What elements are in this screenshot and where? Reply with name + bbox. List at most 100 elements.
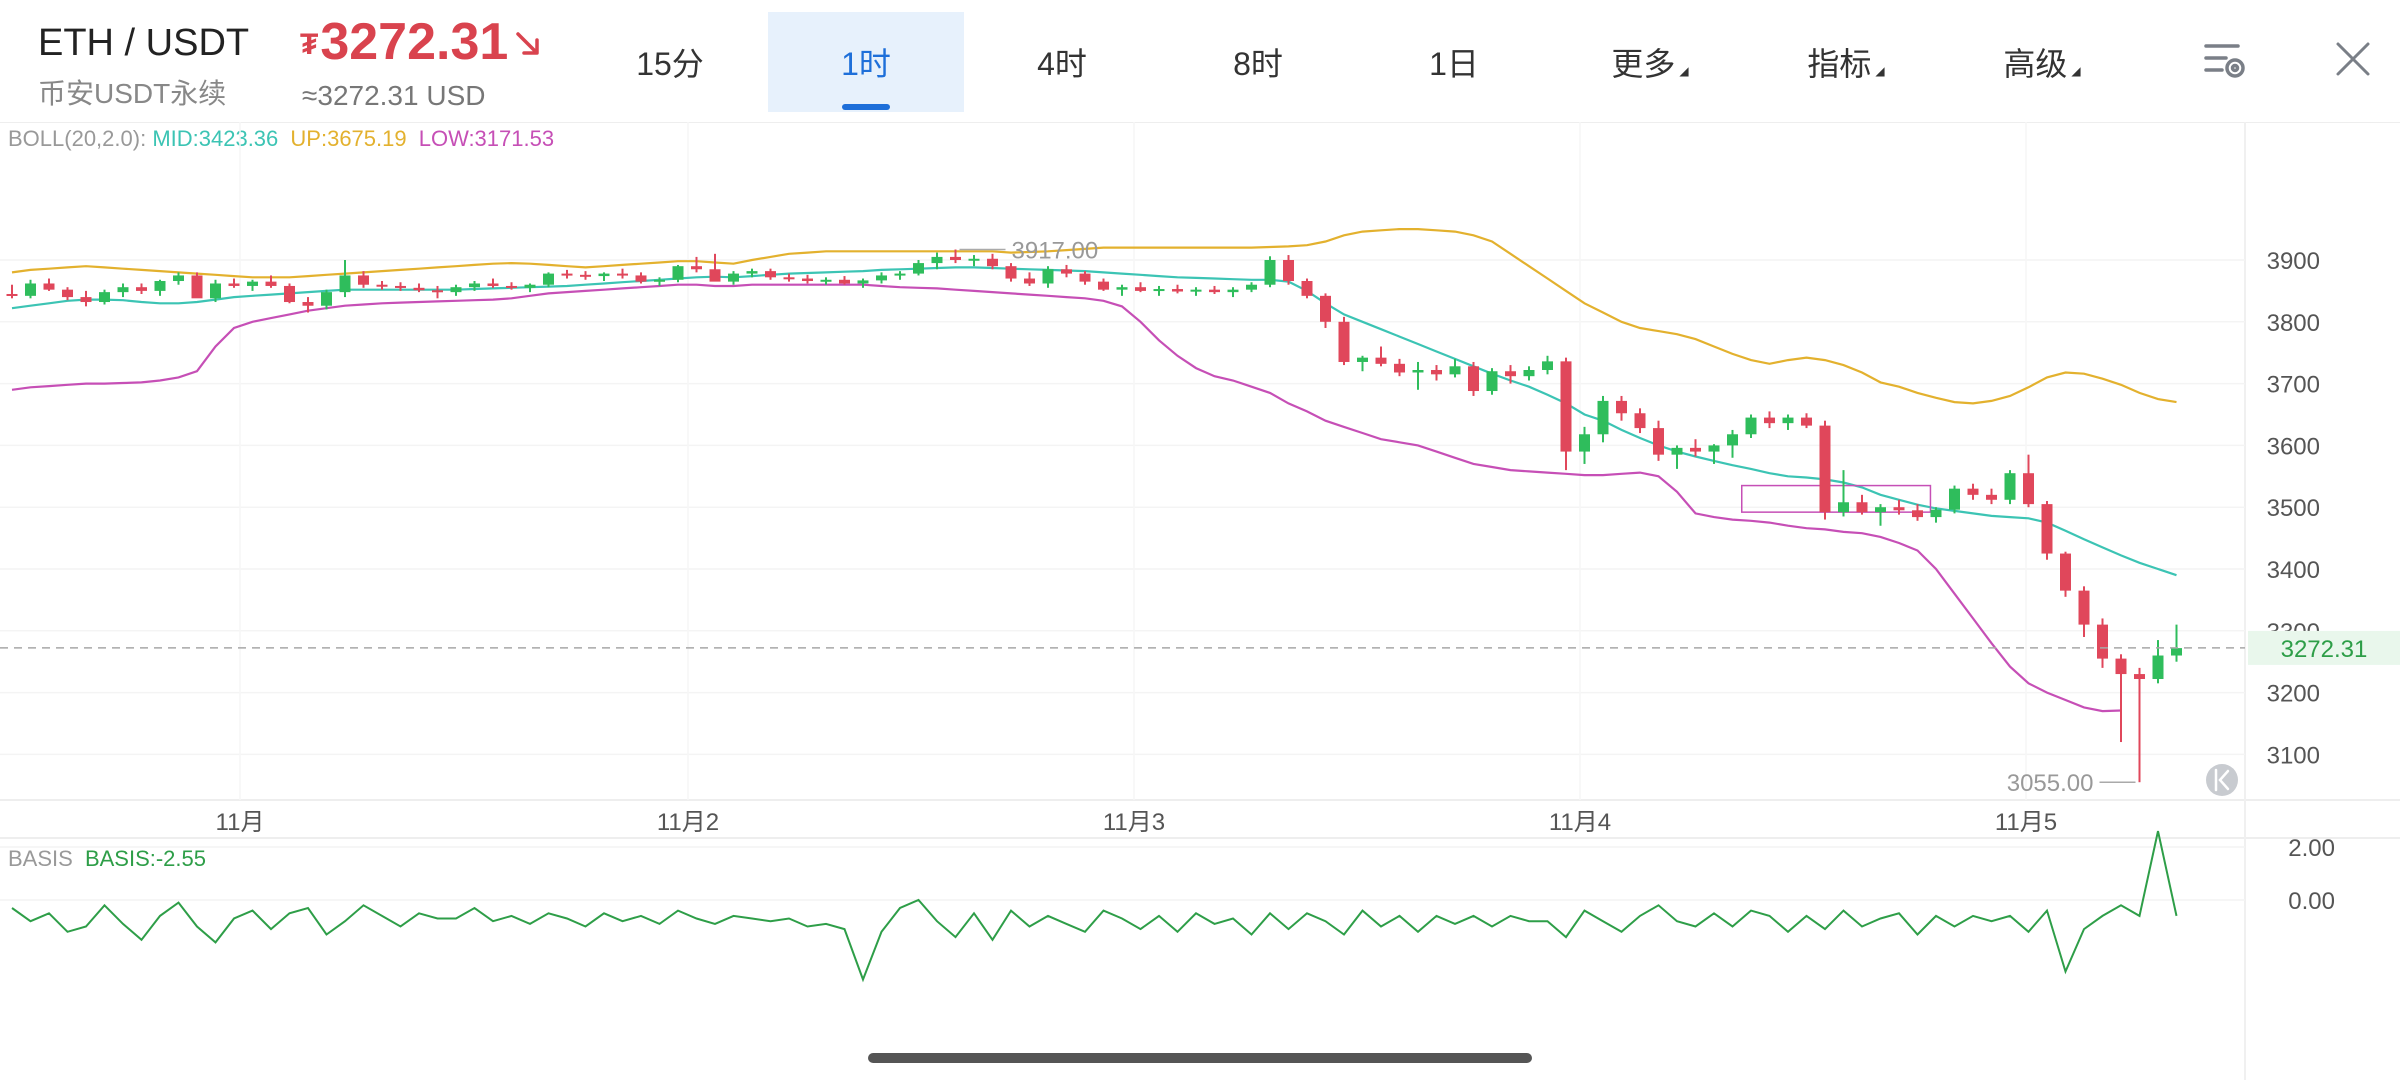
boll-mid-line (11, 266, 2177, 577)
candle-body (1190, 289, 1202, 292)
candle-body (1153, 289, 1165, 292)
candle-body (1209, 289, 1220, 293)
kline-chart[interactable]: 39003800370036003500340033003200310011月1… (0, 122, 2400, 1080)
time-axis-label: 11月3 (1103, 809, 1165, 836)
current-price-label: 3272.31 (2281, 636, 2368, 663)
interval-tab-label: 4时 (1037, 46, 1087, 82)
candle-body (635, 275, 647, 282)
candle-body (80, 297, 92, 303)
candle-body (1505, 371, 1516, 377)
candle-body (894, 273, 906, 276)
close-icon[interactable] (2334, 40, 2372, 78)
candle-body (691, 266, 702, 270)
candle-body (820, 279, 832, 282)
candle-body (857, 280, 869, 284)
candle-body (1875, 507, 1886, 513)
candle-body (1301, 281, 1313, 296)
price-tick-label: 3600 (2267, 433, 2320, 460)
candle-body (1320, 295, 1331, 322)
candle-body (1338, 321, 1350, 362)
basis-value: BASIS:-2.55 (84, 846, 207, 871)
candle-body (1412, 370, 1424, 373)
interval-tab-0[interactable]: 15分 (572, 12, 768, 112)
interval-tab-1[interactable]: 1时 (768, 12, 964, 112)
active-tab-indicator (842, 104, 890, 110)
candle-body (117, 287, 129, 293)
interval-tab-3[interactable]: 8时 (1160, 12, 1356, 112)
price-value: 3272.31 (320, 13, 509, 71)
candle-body (1542, 361, 1553, 371)
candle-body (1449, 366, 1461, 375)
candle-body (1690, 447, 1701, 452)
candle-body (1079, 273, 1091, 282)
candle-body (339, 275, 351, 293)
price-usd: ≈3272.31 USD (302, 80, 486, 111)
candle-body (2023, 473, 2034, 505)
candle-body (173, 275, 184, 282)
candle-body (2097, 624, 2108, 659)
candle-body (136, 287, 147, 291)
candle-body (524, 284, 536, 288)
candle-body (62, 289, 73, 298)
price-currency: ₮ (300, 28, 319, 62)
candle-body (1764, 417, 1775, 424)
last-price: ₮3272.31 (300, 12, 508, 72)
candle-body (1634, 413, 1646, 429)
candle-body (2078, 590, 2090, 625)
interval-tab-6[interactable]: 指标 ◢ (1748, 12, 1944, 112)
candle-body (598, 273, 610, 277)
candle-body (1949, 488, 1960, 510)
home-indicator[interactable] (868, 1053, 1532, 1063)
interval-tab-5[interactable]: 更多 ◢ (1552, 12, 1748, 112)
candle-body (1024, 278, 1035, 284)
high-price-label: 3917.00 (1012, 237, 1099, 264)
candle-body (2152, 655, 2164, 680)
interval-tab-label: 高级 (2003, 46, 2068, 82)
candle-body (358, 275, 369, 285)
interval-tab-4[interactable]: 1日 (1356, 12, 1552, 112)
candle-body (765, 271, 776, 278)
candle-body (1930, 509, 1942, 518)
interval-tab-2[interactable]: 4时 (964, 12, 1160, 112)
candle-body (302, 302, 314, 306)
top-bar: ETH / USDT 币安USDT永续 ₮3272.31 ≈3272.31 US… (0, 0, 2400, 122)
candle-body (580, 274, 591, 277)
candle-body (1357, 357, 1368, 362)
interval-tab-label: 8时 (1233, 46, 1283, 82)
candle-body (1708, 445, 1720, 452)
interval-tab-7[interactable]: 高级 ◢ (1944, 12, 2140, 112)
candle-body (1671, 447, 1683, 455)
candle-body (913, 263, 924, 274)
candle-body (247, 281, 258, 286)
candle-body (1283, 260, 1294, 282)
candle-body (1597, 400, 1609, 435)
price-tick-label: 3500 (2267, 495, 2320, 522)
time-axis-label: 11月2 (657, 809, 719, 836)
candle-body (931, 256, 943, 264)
trading-pair[interactable]: ETH / USDT (38, 22, 249, 65)
candle-body (25, 283, 36, 296)
candle-body (1375, 357, 1387, 364)
candle-body (1560, 361, 1572, 452)
basis-line (11, 830, 2178, 983)
price-tick-label: 3800 (2267, 310, 2320, 337)
candle-body (191, 275, 203, 299)
candle-body (987, 258, 998, 267)
candle-body (1523, 370, 1535, 377)
scroll-to-latest-icon[interactable] (2206, 764, 2238, 796)
down-arrow-icon (516, 32, 539, 55)
candle-body (709, 269, 721, 282)
candle-body (1135, 287, 1146, 291)
boll-low-line (11, 283, 2122, 713)
chart-settings-icon[interactable] (2202, 40, 2248, 84)
candle-body (1579, 434, 1590, 452)
time-axis-label: 11月4 (1549, 809, 1611, 836)
candle-body (876, 275, 887, 281)
candle-body (1838, 502, 1849, 513)
candle-body (1005, 266, 1017, 279)
candle-body (2060, 553, 2071, 591)
candle-body (1856, 502, 1868, 513)
candle-body (1616, 400, 1627, 414)
price-tick-label: 3700 (2267, 372, 2320, 399)
basis-tick-label: 0.00 (2288, 888, 2335, 915)
